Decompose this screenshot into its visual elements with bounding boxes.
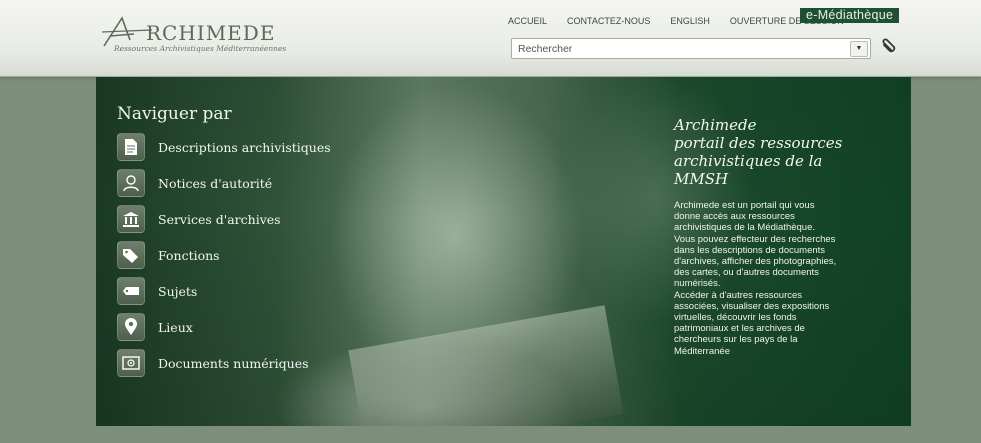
search-input[interactable] [512,39,848,58]
nav-link-accueil[interactable]: ACCUEIL [508,16,547,26]
search-box: ▼ [511,38,871,59]
paperclip-icon [882,38,896,53]
institution-icon [123,212,139,227]
nav-link-english[interactable]: ENGLISH [670,16,710,26]
logo-subtitle: Ressources Archivistiques Méditerranéenn… [114,44,287,53]
browse-item-digital-objects[interactable]: Documents numériques [117,349,309,377]
logo-wordmark: RCHIMEDE [146,21,276,45]
browse-item-label: Notices d'autorité [158,175,273,191]
intro-title: Archimede portail des ressources archivi… [674,116,843,188]
hero-panel: Naviguer par Descriptions archivistiques… [96,77,911,426]
browse-item-functions[interactable]: Fonctions [117,241,220,269]
document-icon [125,139,137,155]
browse-item-label: Documents numériques [158,355,309,371]
tag-icon [123,287,139,295]
browse-item-label: Lieux [158,319,193,335]
site-header: RCHIMEDE Ressources Archivistiques Médit… [0,0,981,77]
person-icon [123,175,139,192]
browse-item-subjects[interactable]: Sujets [117,277,198,305]
browse-item-repositories[interactable]: Services d'archives [117,205,281,233]
tags-icon [123,249,138,263]
nav-link-contact[interactable]: CONTACTEZ-NOUS [567,16,650,26]
browse-item-label: Fonctions [158,247,220,263]
site-logo[interactable]: RCHIMEDE Ressources Archivistiques Médit… [100,14,300,54]
browse-item-label: Services d'archives [158,211,281,227]
browse-title: Naviguer par [117,104,232,124]
search-dropdown-button[interactable]: ▼ [850,41,868,57]
browse-item-authority[interactable]: Notices d'autorité [117,169,273,197]
dropdown-icon: ▼ [855,45,863,52]
emediatheque-link[interactable]: e-Médiathèque [800,8,900,23]
browse-item-label: Descriptions archivistiques [158,139,331,155]
image-icon [122,356,140,370]
browse-item-label: Sujets [158,283,198,299]
map-pin-icon [125,318,137,335]
browse-item-descriptions[interactable]: Descriptions archivistiques [117,133,331,161]
intro-text: Archimede est un portail qui vous donne … [674,200,837,357]
browse-item-places[interactable]: Lieux [117,313,193,341]
clipboard-button[interactable] [880,38,898,56]
